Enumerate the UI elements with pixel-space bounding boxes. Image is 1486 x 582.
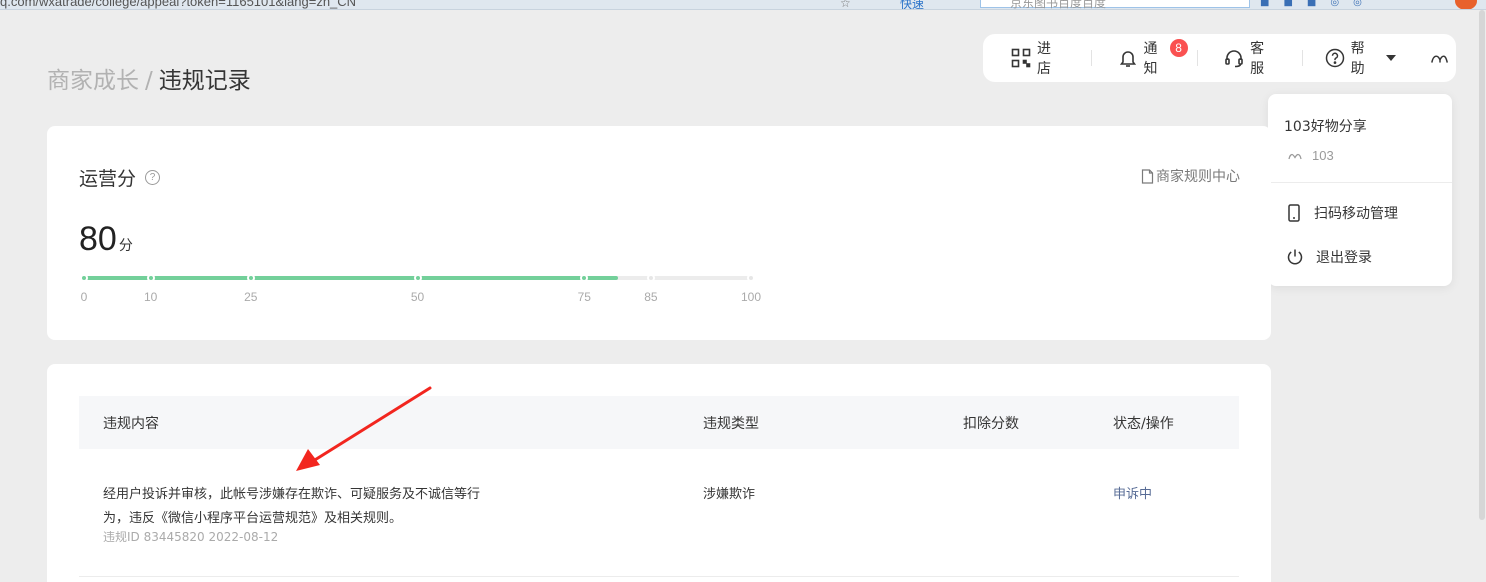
nav-divider <box>1090 50 1092 66</box>
account-id-value: 103 <box>1312 148 1334 163</box>
breadcrumb: 商家成长 / 违规记录 <box>47 61 251 95</box>
score-value: 80 分 <box>79 220 133 259</box>
score-tick-label: 85 <box>644 290 658 304</box>
appeal-status-link[interactable]: 申诉中 <box>1113 483 1152 502</box>
header-deduction: 扣除分数 <box>963 416 1019 432</box>
account-button[interactable] <box>1430 34 1456 82</box>
nav-divider <box>1301 50 1303 66</box>
header-type: 违规类型 <box>703 416 759 432</box>
help-label: 帮助 <box>1350 41 1365 77</box>
score-progress-fill <box>84 276 618 280</box>
violation-type: 涉嫌欺诈 <box>703 487 756 502</box>
headset-icon <box>1224 48 1244 68</box>
score-tick-dot <box>80 274 88 282</box>
help-circle-icon <box>1325 48 1345 68</box>
score-tick-label: 75 <box>577 290 591 304</box>
score-number: 80 <box>79 220 117 258</box>
account-logo-icon <box>1430 48 1450 68</box>
score-title-label: 运营分 <box>79 168 137 190</box>
browser-toolbar: q.com/wxatrade/college/appeal?token=1165… <box>0 0 1486 10</box>
violation-meta: 违规ID 83445820 2022-08-12 <box>103 530 279 544</box>
account-menu: 103好物分享 103 扫码移动管理 退出登录 <box>1268 94 1452 286</box>
document-icon <box>1141 168 1154 184</box>
score-tick-label: 100 <box>740 290 762 304</box>
bell-icon <box>1118 48 1138 68</box>
header-content: 违规内容 <box>103 416 159 432</box>
account-name: 103好物分享 <box>1284 119 1367 135</box>
breadcrumb-parent[interactable]: 商家成长 <box>47 68 139 94</box>
page-title: 违规记录 <box>158 68 251 94</box>
rule-center-label: 商家规则中心 <box>1156 169 1240 185</box>
top-nav: 进店 通知 8 客服 帮助 <box>983 34 1456 82</box>
score-progress-bar: 0 10 25 50 75 85 100 <box>80 274 761 304</box>
score-title: 运营分 ? <box>79 164 161 191</box>
score-tick-dot <box>413 274 422 282</box>
violation-content: 经用户投诉并审核，此帐号涉嫌存在欺诈、可疑服务及不诚信等行为，违反《微信小程序平… <box>103 487 481 526</box>
account-logo-icon <box>1288 153 1302 159</box>
menu-divider <box>1268 182 1452 183</box>
score-tick-label: 25 <box>244 290 258 304</box>
nav-divider <box>1197 50 1199 66</box>
browser-extension-icons[interactable]: ■■■◎◎ <box>1260 0 1376 8</box>
table-header: 违规内容 违规类型 扣除分数 状态/操作 <box>79 396 1239 449</box>
score-unit: 分 <box>118 238 133 254</box>
notification-button[interactable]: 通知 8 <box>1118 34 1188 82</box>
score-tick-dot <box>246 274 255 282</box>
qrcode-icon <box>1011 48 1031 68</box>
help-dropdown[interactable]: 帮助 <box>1325 34 1396 82</box>
rule-center-link[interactable]: 商家规则中心 <box>1141 166 1240 186</box>
customer-service-label: 客服 <box>1250 41 1265 77</box>
scrollbar-thumb[interactable] <box>1479 10 1485 520</box>
account-id: 103 <box>1288 148 1334 163</box>
enter-store-button[interactable]: 进店 <box>1011 34 1065 82</box>
browser-url[interactable]: q.com/wxatrade/college/appeal?token=1165… <box>0 0 356 9</box>
header-status: 状态/操作 <box>1113 416 1174 432</box>
chevron-down-icon <box>1385 55 1396 61</box>
table-row: 经用户投诉并审核，此帐号涉嫌存在欺诈、可疑服务及不诚信等行为，违反《微信小程序平… <box>79 449 1239 577</box>
question-icon[interactable]: ? <box>145 170 161 185</box>
score-tick-dot <box>646 274 655 282</box>
violation-records-card: 违规内容 违规类型 扣除分数 状态/操作 经用户投诉并审核，此帐号涉嫌存在欺诈、… <box>47 364 1271 582</box>
bookmark-star-icon[interactable]: ☆ <box>840 0 851 9</box>
mobile-phone-icon <box>1288 204 1300 222</box>
score-tick-label: 50 <box>410 290 425 304</box>
page-scrollbar[interactable] <box>1478 10 1486 520</box>
notification-label: 通知 <box>1143 41 1158 77</box>
annotation-arrow <box>296 386 432 471</box>
enter-store-label: 进店 <box>1037 41 1051 77</box>
score-tick-dot <box>747 274 755 282</box>
browser-quick-button[interactable]: 快速 <box>900 0 924 9</box>
power-icon <box>1287 249 1303 265</box>
score-tick-label: 0 <box>80 290 88 304</box>
breadcrumb-separator: / <box>145 68 153 94</box>
notification-badge: 8 <box>1169 39 1188 57</box>
customer-service-button[interactable]: 客服 <box>1224 34 1278 82</box>
browser-extension-icon[interactable] <box>1455 0 1477 9</box>
logout-item[interactable]: 退出登录 <box>1286 247 1372 267</box>
browser-search-input[interactable]: 京东图书百度百度 <box>1010 0 1106 9</box>
logout-label: 退出登录 <box>1316 250 1372 266</box>
score-tick-dot <box>580 274 589 282</box>
scan-manage-item[interactable]: 扫码移动管理 <box>1286 203 1398 223</box>
score-tick-label: 10 <box>144 290 158 304</box>
scan-manage-label: 扫码移动管理 <box>1314 206 1398 222</box>
score-tick-dot <box>146 274 155 282</box>
operation-score-card: 运营分 ? 商家规则中心 80 分 0 10 25 50 75 85 100 <box>47 126 1271 340</box>
